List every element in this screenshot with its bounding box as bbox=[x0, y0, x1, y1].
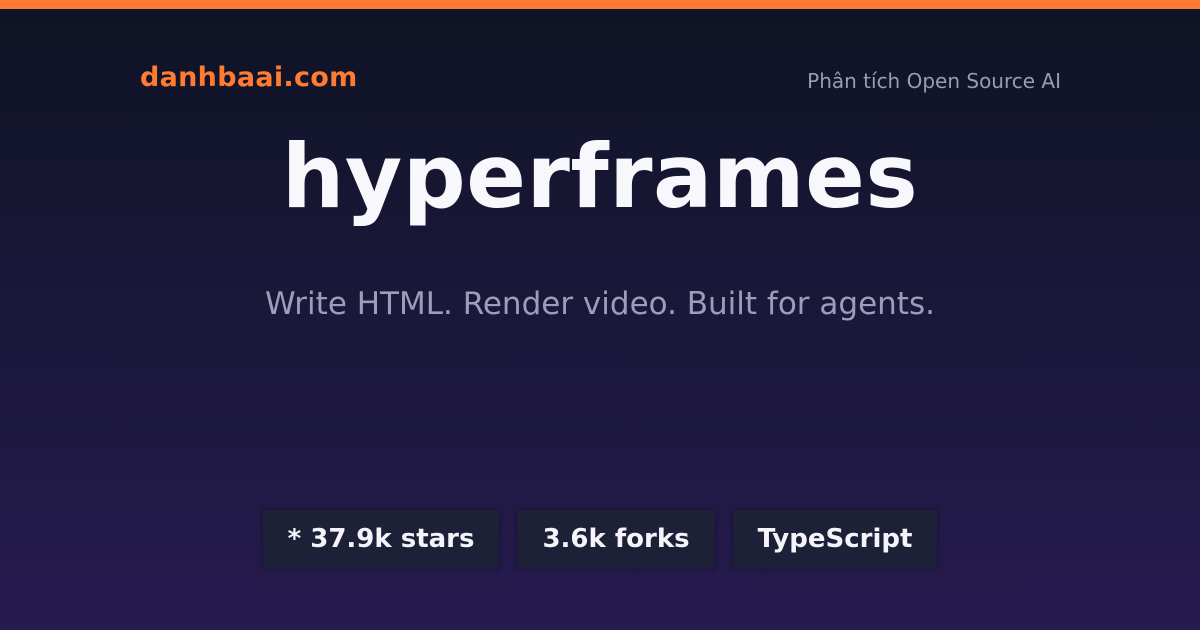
forks-badge: 3.6k forks bbox=[517, 510, 715, 568]
header-tagline: Phân tích Open Source AI bbox=[807, 69, 1061, 93]
stars-badge: * 37.9k stars bbox=[262, 510, 500, 568]
language-badge: TypeScript bbox=[732, 510, 938, 568]
repo-title: hyperframes bbox=[281, 125, 919, 228]
repo-stats-badges: * 37.9k stars 3.6k forks TypeScript bbox=[0, 510, 1200, 568]
brand-logo-text[interactable]: danhbaai.com bbox=[140, 60, 358, 96]
repo-description: Write HTML. Render video. Built for agen… bbox=[265, 286, 935, 322]
accent-top-bar bbox=[0, 0, 1200, 9]
